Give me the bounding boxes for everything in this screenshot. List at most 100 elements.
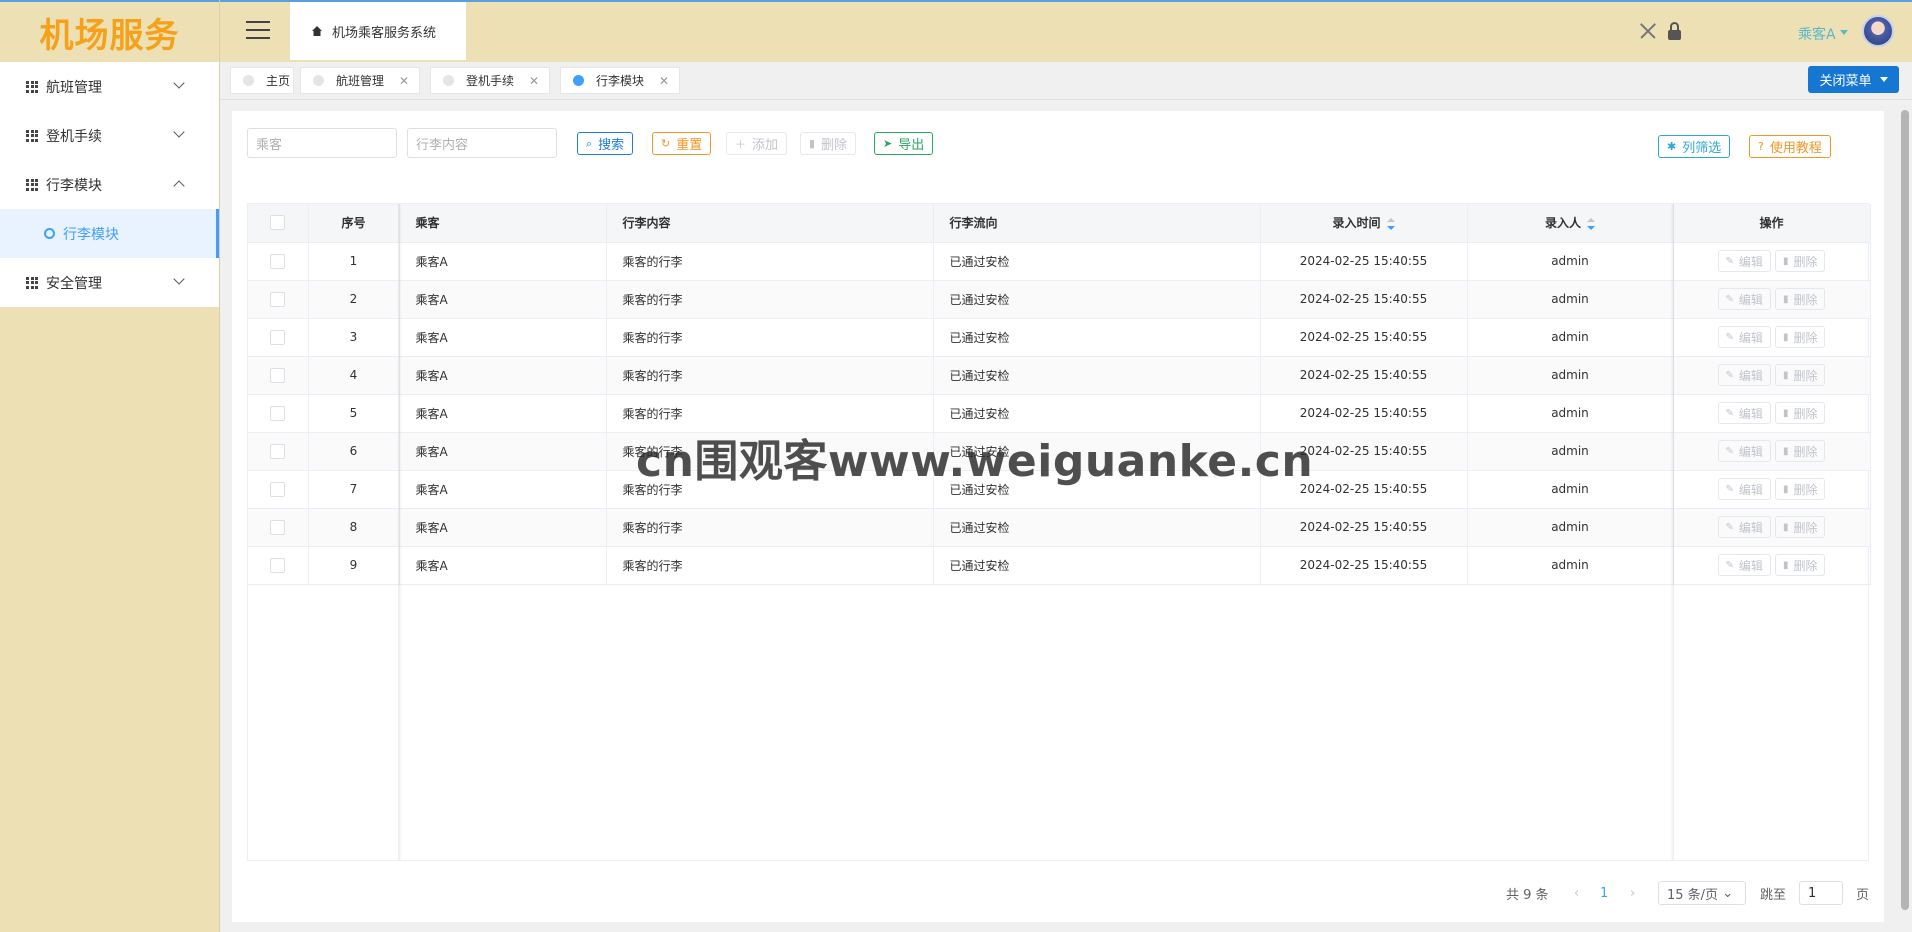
- app-logo[interactable]: 机场服务: [0, 0, 219, 62]
- delete-row-button[interactable]: ▮ 删除: [1774, 478, 1826, 500]
- cell-no: 9: [308, 546, 400, 585]
- row-select-cell: [248, 470, 309, 509]
- fullscreen-icon[interactable]: [1638, 22, 1656, 40]
- column-filter-button[interactable]: ✱ 列筛选: [1658, 135, 1731, 158]
- cell-time: 2024-02-25 15:40:55: [1260, 280, 1468, 319]
- sidebar-item-flight[interactable]: 航班管理: [0, 62, 219, 111]
- reset-button[interactable]: ↻ 重置: [652, 132, 712, 155]
- sidebar-item-baggage[interactable]: 行李模块: [0, 160, 219, 209]
- edit-button[interactable]: ✎ 编辑: [1717, 478, 1771, 500]
- delete-button[interactable]: ▮ 删除: [800, 132, 857, 155]
- grid-icon: [26, 129, 38, 142]
- row-checkbox[interactable]: [270, 519, 286, 535]
- scrollbar-thumb[interactable]: [1901, 110, 1909, 910]
- edit-button[interactable]: ✎ 编辑: [1717, 364, 1771, 386]
- cell-no: 8: [308, 508, 400, 547]
- search-label: 搜索: [598, 138, 625, 153]
- row-checkbox[interactable]: [270, 329, 286, 345]
- delete-label: 删除: [1793, 254, 1818, 269]
- row-checkbox[interactable]: [270, 557, 286, 573]
- delete-row-button[interactable]: ▮ 删除: [1774, 288, 1826, 310]
- tabs-bar: 主页 航班管理 ✕ 登机手续 ✕ 行李模块 ✕ 关闭菜单: [220, 62, 1912, 100]
- page-size-select[interactable]: 15 条/页 ⌄: [1658, 881, 1746, 905]
- sort-icon[interactable]: [1587, 217, 1595, 230]
- table-row[interactable]: 9 乘客A 乘客的行李 已通过安检 2024-02-25 15:40:55 admin ✎ 编…: [248, 546, 1871, 585]
- row-checkbox[interactable]: [270, 253, 286, 269]
- delete-row-button[interactable]: ▮ 删除: [1774, 250, 1826, 272]
- breadcrumb-home[interactable]: 机场乘客服务系统: [290, 2, 466, 60]
- edit-button[interactable]: ✎ 编辑: [1717, 326, 1771, 348]
- table-row[interactable]: 2 乘客A 乘客的行李 已通过安检 2024-02-25 15:40:55 admin ✎ 编…: [248, 280, 1871, 319]
- table-row[interactable]: 1 乘客A 乘客的行李 已通过安检 2024-02-25 15:40:55 admin ✎ 编…: [248, 242, 1871, 281]
- edit-button[interactable]: ✎ 编辑: [1717, 288, 1771, 310]
- grid-icon: [26, 276, 38, 289]
- edit-label: 编辑: [1738, 482, 1763, 497]
- delete-row-button[interactable]: ▮ 删除: [1774, 402, 1826, 424]
- tutorial-button[interactable]: ? 使用教程: [1749, 135, 1831, 158]
- prev-page-icon[interactable]: ‹: [1574, 881, 1579, 905]
- tab-baggage[interactable]: 行李模块 ✕: [560, 67, 680, 94]
- trash-icon: ▮: [1782, 483, 1789, 495]
- trash-icon: ▮: [1782, 445, 1789, 457]
- content-search-input[interactable]: 行李内容: [407, 128, 557, 158]
- trash-icon: ▮: [1782, 369, 1789, 381]
- close-icon[interactable]: ✕: [399, 74, 409, 88]
- cell-no: 1: [308, 242, 400, 281]
- passenger-search-input[interactable]: 乘客: [247, 128, 397, 158]
- export-button[interactable]: ➤ 导出: [874, 132, 934, 155]
- row-select-cell: [248, 280, 309, 319]
- tab-flight[interactable]: 航班管理 ✕: [300, 67, 420, 94]
- sidebar-item-security[interactable]: 安全管理: [0, 258, 219, 307]
- delete-row-button[interactable]: ▮ 删除: [1774, 440, 1826, 462]
- circle-icon: [44, 228, 55, 239]
- tab-checkin[interactable]: 登机手续 ✕: [430, 67, 550, 94]
- cell-actions: ✎ 编辑 ▮ 删除: [1673, 318, 1871, 357]
- sort-icon[interactable]: [1386, 217, 1395, 230]
- sidebar-item-checkin[interactable]: 登机手续: [0, 111, 219, 160]
- table-row[interactable]: 3 乘客A 乘客的行李 已通过安检 2024-02-25 15:40:55 admin ✎ 编…: [248, 318, 1871, 357]
- grid-icon: [26, 80, 38, 93]
- row-checkbox[interactable]: [270, 405, 286, 421]
- close-menu-button[interactable]: 关闭菜单: [1808, 66, 1899, 93]
- delete-row-button[interactable]: ▮ 删除: [1774, 364, 1826, 386]
- table-row[interactable]: 4 乘客A 乘客的行李 已通过安检 2024-02-25 15:40:55 admin ✎ 编…: [248, 356, 1871, 395]
- row-select-cell: [248, 356, 309, 395]
- column-header-sortable[interactable]: 录入人: [1467, 204, 1674, 243]
- cell-operator: admin: [1467, 508, 1674, 547]
- jump-page-input[interactable]: 1: [1799, 881, 1843, 905]
- select-all-checkbox[interactable]: [270, 215, 286, 231]
- watermark: cn围观客www.weiguanke.cn: [636, 436, 1314, 487]
- row-checkbox[interactable]: [270, 443, 286, 459]
- search-button[interactable]: ⌕ 搜索: [577, 132, 634, 155]
- menu-toggle-icon[interactable]: [246, 21, 270, 41]
- edit-button[interactable]: ✎ 编辑: [1717, 250, 1771, 272]
- table-header-row: 序号 乘客 行李内容 行李流向 录入时间 录入人 操作: [248, 204, 1871, 243]
- delete-row-button[interactable]: ▮ 删除: [1774, 516, 1826, 538]
- close-icon[interactable]: ✕: [659, 74, 669, 88]
- row-checkbox[interactable]: [270, 291, 286, 307]
- column-header-sortable[interactable]: 录入时间: [1260, 204, 1468, 243]
- row-checkbox[interactable]: [270, 367, 286, 383]
- row-checkbox[interactable]: [270, 481, 286, 497]
- delete-row-button[interactable]: ▮ 删除: [1774, 326, 1826, 348]
- lock-icon[interactable]: [1666, 22, 1684, 40]
- edit-button[interactable]: ✎ 编辑: [1717, 516, 1771, 538]
- edit-icon: ✎: [1725, 407, 1734, 419]
- page-scrollbar[interactable]: [1898, 100, 1912, 932]
- page-number[interactable]: 1: [1600, 881, 1608, 905]
- next-page-icon[interactable]: ›: [1630, 881, 1635, 905]
- sidebar-subitem-baggage[interactable]: 行李模块: [0, 209, 219, 258]
- add-button[interactable]: ＋ 添加: [726, 132, 788, 155]
- edit-button[interactable]: ✎ 编辑: [1717, 440, 1771, 462]
- table-row[interactable]: 8 乘客A 乘客的行李 已通过安检 2024-02-25 15:40:55 admin ✎ 编…: [248, 508, 1871, 547]
- delete-row-button[interactable]: ▮ 删除: [1774, 554, 1826, 576]
- edit-button[interactable]: ✎ 编辑: [1717, 554, 1771, 576]
- edit-label: 编辑: [1738, 444, 1763, 459]
- avatar[interactable]: [1862, 15, 1894, 47]
- delete-label: 删除: [821, 138, 848, 153]
- caret-down-icon[interactable]: [1840, 30, 1848, 35]
- edit-button[interactable]: ✎ 编辑: [1717, 402, 1771, 424]
- user-name[interactable]: 乘客A: [1798, 24, 1836, 44]
- close-icon[interactable]: ✕: [529, 74, 539, 88]
- tab-home[interactable]: 主页: [230, 67, 294, 94]
